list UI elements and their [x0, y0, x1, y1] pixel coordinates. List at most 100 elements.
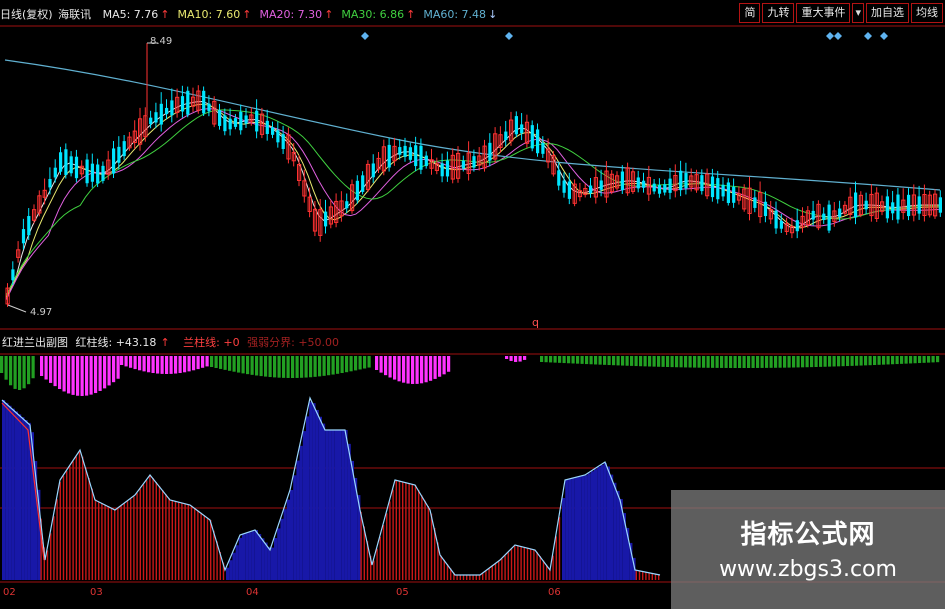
- green-mini-bar: [571, 356, 575, 364]
- blue-column: [283, 509, 287, 580]
- red-column: [469, 575, 471, 580]
- magenta-mini-bar: [160, 356, 164, 374]
- green-mini-bar: [349, 356, 353, 372]
- candle-down: [48, 178, 52, 188]
- candle-down: [721, 184, 725, 197]
- magenta-mini-bar: [505, 356, 509, 359]
- green-mini-bar: [31, 356, 35, 379]
- magenta-mini-bar: [147, 356, 151, 373]
- add-favorite-button[interactable]: 加自选: [866, 3, 909, 23]
- magenta-mini-bar: [420, 356, 424, 384]
- red-column: [523, 547, 525, 580]
- green-mini-bar: [648, 356, 652, 367]
- ma-legend-4: MA60: 7.48: [423, 8, 487, 21]
- red-column: [539, 556, 541, 580]
- magenta-mini-bar: [85, 356, 89, 396]
- green-mini-bar: [562, 356, 566, 364]
- event-diamond-icon: [834, 32, 842, 40]
- candle-down: [854, 192, 858, 218]
- green-mini-bar: [9, 356, 13, 386]
- green-mini-bar: [922, 356, 926, 363]
- magenta-mini-bar: [129, 356, 133, 368]
- candle-down: [684, 173, 688, 189]
- green-mini-bar: [318, 356, 322, 377]
- red-column: [376, 548, 378, 580]
- green-mini-bar: [832, 356, 836, 367]
- green-mini-bar: [895, 356, 899, 365]
- green-mini-bar: [322, 356, 326, 376]
- q-marker: q: [532, 316, 539, 329]
- event-diamond-icon: [880, 32, 888, 40]
- candle-down: [345, 201, 349, 209]
- blue-column: [267, 546, 271, 580]
- magenta-mini-bar: [49, 356, 53, 383]
- magenta-mini-bar: [174, 356, 178, 374]
- up-arrow-icon: ↑: [242, 8, 252, 21]
- blue-column: [238, 537, 242, 580]
- moving-average-button[interactable]: 均线: [911, 3, 943, 23]
- blue-column: [302, 431, 306, 580]
- green-mini-bar: [639, 356, 643, 367]
- red-column: [482, 573, 484, 580]
- event-diamond-icon: [864, 32, 872, 40]
- green-mini-bar: [774, 356, 778, 368]
- candle-down: [663, 184, 667, 193]
- green-mini-bar: [544, 356, 548, 363]
- simple-button[interactable]: 简: [739, 3, 761, 23]
- green-mini-bar: [625, 356, 629, 366]
- candle-down: [265, 120, 269, 135]
- red-column: [110, 507, 113, 580]
- blue-column: [328, 430, 332, 580]
- magenta-mini-bar: [44, 356, 48, 380]
- red-column: [395, 480, 397, 580]
- red-column: [181, 502, 183, 580]
- green-mini-bar: [666, 356, 670, 368]
- candle-down: [202, 90, 206, 114]
- red-column: [424, 500, 426, 580]
- candle-down: [387, 144, 391, 168]
- candle-down: [811, 210, 815, 220]
- candle-down: [74, 156, 79, 179]
- green-mini-bar: [828, 356, 832, 367]
- blue-column: [274, 538, 278, 580]
- red-column: [555, 536, 557, 580]
- red-column: [414, 484, 417, 580]
- major-events-button[interactable]: 重大事件: [796, 3, 851, 23]
- red-column: [542, 560, 545, 580]
- red-column: [517, 545, 519, 580]
- event-diamond-icon: [826, 32, 834, 40]
- green-mini-bar: [367, 356, 371, 368]
- green-mini-bar: [675, 356, 679, 368]
- green-mini-bar: [859, 356, 863, 366]
- blue-column: [254, 530, 258, 580]
- blue-column: [8, 405, 12, 580]
- green-mini-bar: [589, 356, 593, 365]
- green-mini-bar: [250, 356, 254, 375]
- dropdown-icon[interactable]: ▾: [852, 3, 864, 23]
- green-mini-bar: [913, 356, 917, 364]
- blue-column: [578, 476, 582, 580]
- green-mini-bar: [720, 356, 724, 368]
- red-column: [466, 575, 468, 580]
- green-mini-bar: [277, 356, 281, 378]
- red-column: [472, 575, 474, 580]
- candle-down: [361, 175, 365, 192]
- candle-down: [657, 184, 662, 194]
- red-column: [530, 548, 532, 580]
- candle-down: [514, 116, 518, 135]
- red-column: [504, 555, 506, 580]
- magenta-mini-bar: [429, 356, 433, 381]
- weak-value: +50.00: [298, 336, 340, 349]
- green-mini-bar: [684, 356, 688, 368]
- red-column: [197, 510, 199, 580]
- blue-column: [606, 466, 610, 580]
- red-column: [498, 561, 500, 580]
- nine-turn-button[interactable]: 九转: [762, 3, 795, 23]
- red-column: [72, 461, 74, 580]
- red-column: [418, 490, 420, 580]
- blue-column: [587, 473, 591, 580]
- green-mini-bar: [567, 356, 571, 364]
- candle-down: [822, 213, 826, 221]
- x-label-03: 03: [90, 587, 103, 598]
- red-bar-label: 红柱线:: [75, 336, 113, 349]
